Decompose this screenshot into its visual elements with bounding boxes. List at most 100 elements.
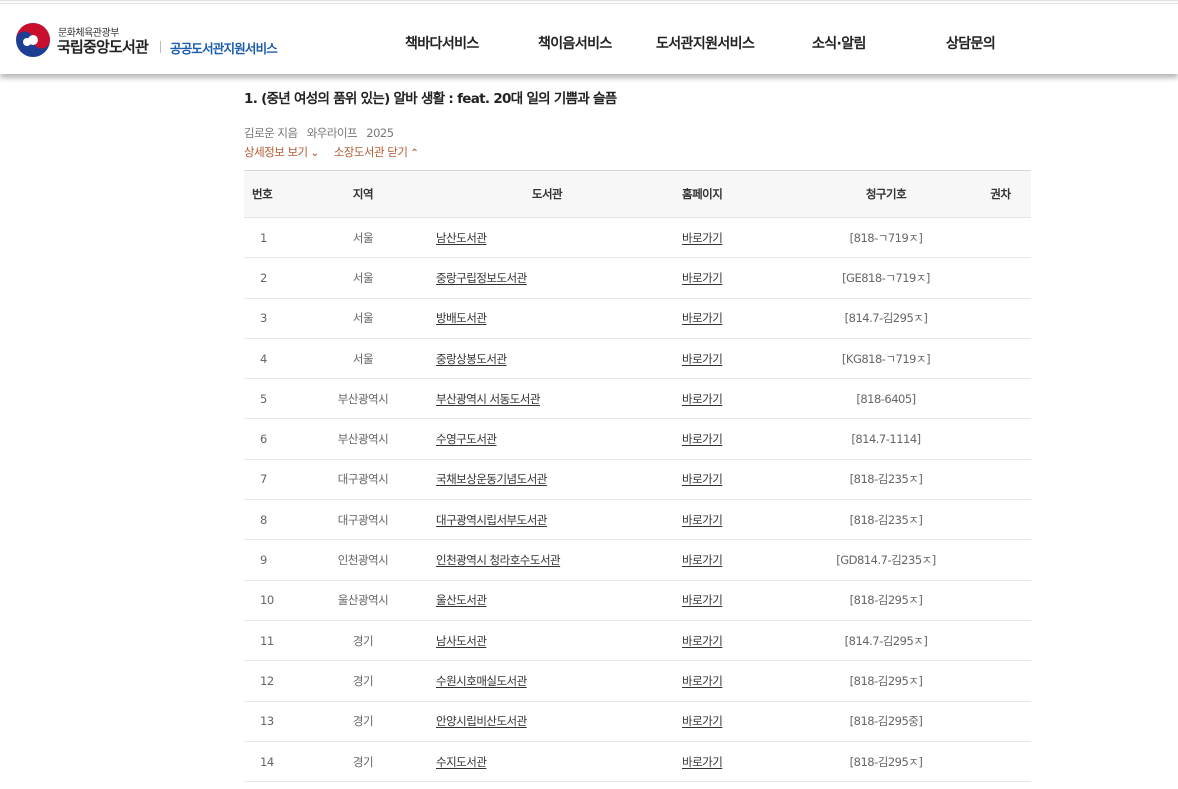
row-call-number: [GE818-ㄱ719ㅈ] [802,257,970,299]
row-number: 8 [244,499,304,541]
row-homepage-cell: 바로가기 [672,741,802,783]
library-link[interactable]: 수영구도서관 [436,432,497,446]
holding-libraries-table: 번호 지역 도서관 홈페이지 청구기호 권차 1 서울 남산도서관 바로가기 [818-… [244,170,1031,783]
row-number: 7 [244,459,304,501]
row-call-number: [818-김235ㅈ] [802,459,970,501]
detail-toggle-link[interactable]: 상세정보 보기 ⌄ [244,145,319,159]
row-region: 대구광역시 [304,459,422,501]
row-library-cell: 남사도서관 [422,620,672,662]
row-region: 서울 [304,338,422,380]
row-volume [970,499,1031,541]
homepage-link[interactable]: 바로가기 [682,674,723,688]
homepage-link[interactable]: 바로가기 [682,513,723,527]
row-region: 부산광역시 [304,418,422,460]
row-volume [970,378,1031,420]
homepage-link[interactable]: 바로가기 [682,392,723,406]
book-author: 김로운 지음 [244,126,298,140]
row-library-cell: 중랑구립정보도서관 [422,257,672,299]
table-row: 9 인천광역시 인천광역시 청라호수도서관 바로가기 [GD814.7-김235ㅈ] [244,539,1031,581]
chevron-down-icon: ⌄ [310,148,319,159]
homepage-link[interactable]: 바로가기 [682,553,723,567]
nav-item-chaekbada[interactable]: 책바다서비스 [405,33,479,53]
row-call-number: [818-김295ㅈ] [802,741,970,783]
row-region: 서울 [304,217,422,259]
homepage-link[interactable]: 바로가기 [682,593,723,607]
library-link[interactable]: 대구광역시립서부도서관 [436,513,547,527]
row-number: 14 [244,741,304,783]
nav-item-inquiry[interactable]: 상담문의 [946,33,996,53]
book-meta: 김로운 지음 와우라이프 2025 [244,125,400,141]
row-homepage-cell: 바로가기 [672,499,802,541]
row-volume [970,660,1031,702]
library-link[interactable]: 국채보상운동기념도서관 [436,472,547,486]
homepage-link[interactable]: 바로가기 [682,271,723,285]
org-name[interactable]: 국립중앙도서관 [57,36,149,57]
row-library-cell: 인천광역시 청라호수도서관 [422,539,672,581]
row-region: 부산광역시 [304,378,422,420]
row-volume [970,418,1031,460]
row-homepage-cell: 바로가기 [672,418,802,460]
library-link[interactable]: 중랑구립정보도서관 [436,271,527,285]
row-number: 3 [244,298,304,339]
row-number: 4 [244,338,304,380]
row-region: 서울 [304,257,422,299]
row-volume [970,298,1031,339]
row-volume [970,741,1031,783]
table-row: 4 서울 중랑상봉도서관 바로가기 [KG818-ㄱ719ㅈ] [244,338,1031,380]
library-link[interactable]: 안양시립비산도서관 [436,714,527,728]
row-homepage-cell: 바로가기 [672,217,802,259]
row-region: 대구광역시 [304,499,422,541]
row-homepage-cell: 바로가기 [672,660,802,702]
row-homepage-cell: 바로가기 [672,620,802,662]
row-homepage-cell: 바로가기 [672,459,802,501]
row-library-cell: 울산도서관 [422,580,672,621]
homepage-link[interactable]: 바로가기 [682,311,723,325]
table-row: 8 대구광역시 대구광역시립서부도서관 바로가기 [818-김235ㅈ] [244,499,1031,541]
library-link[interactable]: 수지도서관 [436,755,487,769]
row-library-cell: 중랑상봉도서관 [422,338,672,380]
homepage-link[interactable]: 바로가기 [682,472,723,486]
table-row: 14 경기 수지도서관 바로가기 [818-김295ㅈ] [244,741,1031,783]
row-library-cell: 수지도서관 [422,741,672,783]
table-row: 6 부산광역시 수영구도서관 바로가기 [814.7-1114] [244,418,1031,460]
row-region: 경기 [304,620,422,662]
row-call-number: [KG818-ㄱ719ㅈ] [802,338,970,380]
holding-toggle-link[interactable]: 소장도서관 닫기 ⌃ [334,145,419,159]
row-region: 경기 [304,741,422,783]
row-number: 13 [244,701,304,742]
library-link[interactable]: 수원시호매실도서관 [436,674,527,688]
book-year: 2025 [366,126,394,140]
header-region: 지역 [304,170,422,218]
library-link[interactable]: 방배도서관 [436,311,487,325]
service-name[interactable]: 공공도서관지원서비스 [170,38,278,57]
row-region: 서울 [304,298,422,339]
row-call-number: [818-김295ㅈ] [802,580,970,621]
homepage-link[interactable]: 바로가기 [682,634,723,648]
nav-item-library-support[interactable]: 도서관지원서비스 [656,33,755,53]
row-library-cell: 남산도서관 [422,217,672,259]
row-homepage-cell: 바로가기 [672,378,802,420]
library-link[interactable]: 부산광역시 서동도서관 [436,392,540,406]
homepage-link[interactable]: 바로가기 [682,714,723,728]
homepage-link[interactable]: 바로가기 [682,352,723,366]
row-call-number: [814.7-1114] [802,418,970,460]
library-link[interactable]: 남산도서관 [436,231,487,245]
top-border [0,0,1178,4]
library-link[interactable]: 인천광역시 청라호수도서관 [436,553,561,567]
taegeuk-logo-icon[interactable] [15,22,51,58]
table-row: 2 서울 중랑구립정보도서관 바로가기 [GE818-ㄱ719ㅈ] [244,257,1031,299]
library-link[interactable]: 울산도서관 [436,593,487,607]
homepage-link[interactable]: 바로가기 [682,432,723,446]
row-call-number: [818-김235ㅈ] [802,499,970,541]
nav-item-chaekieum[interactable]: 책이음서비스 [538,33,612,53]
row-volume [970,620,1031,662]
row-volume [970,338,1031,380]
homepage-link[interactable]: 바로가기 [682,755,723,769]
homepage-link[interactable]: 바로가기 [682,231,723,245]
row-homepage-cell: 바로가기 [672,539,802,581]
library-link[interactable]: 남사도서관 [436,634,487,648]
row-homepage-cell: 바로가기 [672,257,802,299]
library-link[interactable]: 중랑상봉도서관 [436,352,507,366]
nav-item-news[interactable]: 소식·알림 [812,33,866,53]
row-volume [970,539,1031,581]
